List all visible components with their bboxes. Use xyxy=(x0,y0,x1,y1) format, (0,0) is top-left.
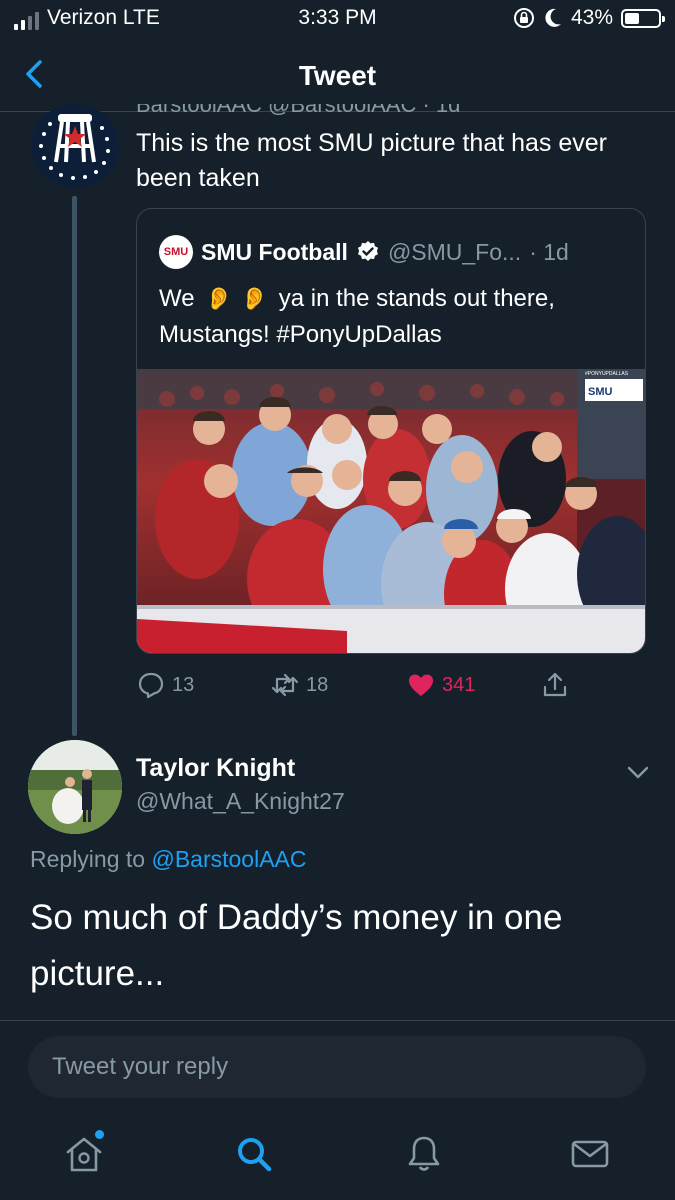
retweet-icon xyxy=(271,673,299,697)
heart-icon xyxy=(409,674,433,696)
search-icon[interactable] xyxy=(232,1132,276,1176)
replying-to-line: Replying to @BarstoolAAC xyxy=(30,846,307,872)
status-bar: Verizon LTE 3:33 PM 43% xyxy=(0,0,675,36)
reply-input[interactable]: Tweet your reply xyxy=(28,1036,646,1098)
smu-avatar: SMU xyxy=(159,235,193,269)
quoted-author-name: SMU Football xyxy=(201,238,348,265)
stands-photo[interactable]: SMU #PONYUPDALLAS xyxy=(137,369,646,654)
verified-icon xyxy=(357,241,378,261)
reply-count: 13 xyxy=(172,673,195,696)
share-action[interactable] xyxy=(540,670,570,700)
retweet-count: 18 xyxy=(306,673,329,696)
tweet-actions: 13 18 341 xyxy=(136,670,646,702)
quoted-time: · 1d xyxy=(529,238,569,265)
mail-icon[interactable] xyxy=(568,1132,612,1176)
barstool-avatar[interactable] xyxy=(30,104,120,188)
reply-action[interactable]: 13 xyxy=(136,670,194,700)
quoted-tweet-card[interactable]: SMU SMU Football @SMU_Fo... · 1d We 👂 👂 y… xyxy=(136,208,646,654)
battery-icon xyxy=(621,8,665,28)
parent-header-cutoff[interactable]: BarstoolAAC @BarstoolAAC · 1d xyxy=(136,104,656,118)
reply-author-name[interactable]: Taylor Knight xyxy=(136,754,295,783)
orientation-lock-icon xyxy=(513,8,534,28)
status-right: 43% xyxy=(513,6,665,30)
thread-line xyxy=(72,196,77,736)
quoted-tweet-text: We 👂 👂 ya in the stands out there, Mustan… xyxy=(159,281,629,353)
reply-icon xyxy=(138,672,164,699)
battery-fill xyxy=(625,12,639,24)
quoted-author-handle: @SMU_Fo... xyxy=(387,238,522,265)
divider xyxy=(0,1020,675,1021)
nav-bar: Tweet xyxy=(0,40,675,112)
battery-percent: 43% xyxy=(570,6,613,29)
parent-tweet-text: This is the most SMU picture that has ev… xyxy=(136,129,608,192)
tab-bar xyxy=(0,1112,675,1200)
taylor-knight-avatar[interactable] xyxy=(28,740,122,834)
like-action[interactable]: 341 xyxy=(406,670,475,700)
share-icon xyxy=(543,672,567,697)
chevron-down-icon[interactable] xyxy=(624,758,652,786)
reply-author-handle[interactable]: @What_A_Knight27 xyxy=(136,788,345,815)
svg-text:#PONYUPDALLAS: #PONYUPDALLAS xyxy=(585,371,629,377)
quoted-tweet-header: SMU SMU Football @SMU_Fo... · 1d xyxy=(159,235,569,269)
replying-to-link[interactable]: @BarstoolAAC xyxy=(151,846,306,872)
reply-tweet-text: So much of Daddy’s money in one picture.… xyxy=(30,898,563,993)
home-notification-dot xyxy=(95,1130,104,1139)
like-count: 341 xyxy=(442,673,476,696)
page-title: Tweet xyxy=(298,60,377,91)
ear-emoji-icon: 👂 xyxy=(205,286,233,311)
ear-emoji-icon: 👂 xyxy=(240,286,269,311)
moon-icon xyxy=(545,8,561,27)
svg-text:SMU: SMU xyxy=(588,386,613,398)
retweet-action[interactable]: 18 xyxy=(270,670,328,700)
bell-icon[interactable] xyxy=(402,1132,446,1176)
